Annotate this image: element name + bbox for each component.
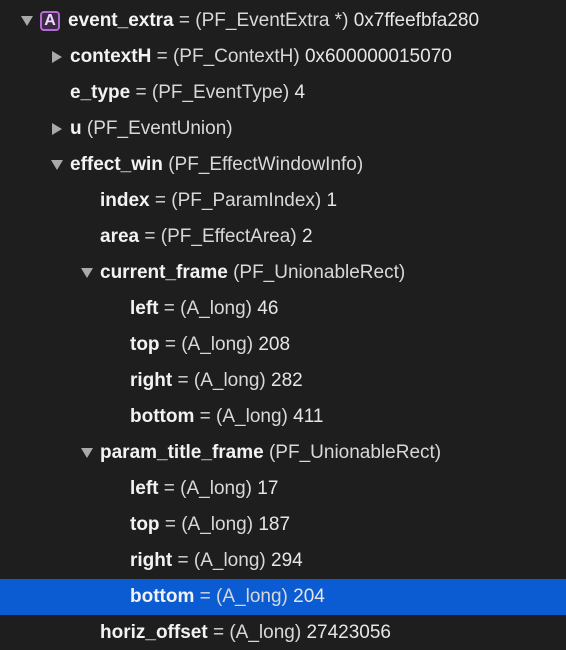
- variable-type: (A_long): [216, 406, 288, 427]
- tree-row-event_extra[interactable]: Aevent_extra = (PF_EventExtra *) 0x7ffee…: [0, 3, 566, 39]
- variable-value: 0x600000015070: [304, 46, 452, 67]
- variable-type: (A_long): [193, 370, 266, 391]
- variable-name: top: [130, 334, 160, 355]
- variable-type: (A_long): [180, 298, 252, 319]
- tree-row-ptf_top[interactable]: top = (A_long) 187: [0, 507, 566, 543]
- equals-sign: =: [177, 370, 189, 391]
- disclosure-collapsed-icon[interactable]: [48, 120, 66, 138]
- variable-value: 411: [293, 406, 324, 427]
- equals-sign: =: [199, 586, 211, 607]
- equals-sign: =: [164, 514, 176, 535]
- variable-value: 17: [257, 478, 279, 499]
- variable-type: (A_long): [216, 586, 288, 607]
- tree-row-e_type[interactable]: e_type = (PF_EventType) 4: [0, 75, 566, 111]
- tree-row-index[interactable]: index = (PF_ParamIndex) 1: [0, 183, 566, 219]
- variable-name: e_type: [70, 82, 131, 103]
- variable-type: (A_long): [181, 514, 254, 535]
- variable-type: (A_long): [193, 550, 266, 571]
- tree-row-current_frame[interactable]: current_frame (PF_UnionableRect): [0, 255, 566, 291]
- equals-sign: =: [212, 622, 225, 643]
- variable-value: 294: [271, 550, 303, 571]
- variable-value: 0x7ffeefbfa280: [353, 10, 480, 31]
- variable-name: current_frame: [100, 262, 228, 283]
- variable-name: horiz_offset: [100, 622, 208, 643]
- variable-type: (PF_UnionableRect): [233, 262, 406, 283]
- variable-value: 2: [301, 226, 313, 247]
- variable-name: left: [130, 478, 159, 499]
- variable-type: (PF_EventType): [151, 82, 290, 103]
- equals-sign: =: [177, 550, 189, 571]
- variable-type: (A_long): [229, 622, 302, 643]
- variable-type: (PF_EventExtra *): [195, 10, 349, 31]
- variable-name: top: [130, 514, 160, 535]
- disclosure-expanded-icon[interactable]: [78, 444, 96, 462]
- variable-name: bottom: [130, 406, 195, 427]
- variable-name: param_title_frame: [100, 442, 264, 463]
- variable-value: 208: [258, 334, 291, 355]
- tree-row-cf_right[interactable]: right = (A_long) 282: [0, 363, 566, 399]
- variable-type: (PF_ContextH): [172, 46, 300, 67]
- variable-type: (PF_EffectArea): [160, 226, 297, 247]
- equals-sign: =: [163, 478, 175, 499]
- disclosure-expanded-icon[interactable]: [78, 264, 96, 282]
- equals-sign: =: [144, 226, 156, 247]
- tree-row-cf_bottom[interactable]: bottom = (A_long) 411: [0, 399, 566, 435]
- equals-sign: =: [163, 298, 175, 319]
- variable-value: 187: [258, 514, 291, 535]
- variable-name: u: [70, 118, 82, 139]
- tree-row-ptf_right[interactable]: right = (A_long) 294: [0, 543, 566, 579]
- variable-value: 27423056: [306, 622, 392, 643]
- equals-sign: =: [199, 406, 211, 427]
- disclosure-expanded-icon[interactable]: [48, 156, 66, 174]
- variable-type: (PF_EffectWindowInfo): [168, 154, 364, 175]
- tree-row-cf_top[interactable]: top = (A_long) 208: [0, 327, 566, 363]
- variable-name: index: [100, 190, 150, 211]
- variable-name: left: [130, 298, 159, 319]
- variable-type: (A_long): [180, 478, 252, 499]
- variable-value: 204: [293, 586, 325, 607]
- disclosure-expanded-icon[interactable]: [18, 12, 36, 30]
- variable-name: contextH: [70, 46, 152, 67]
- variable-value: 46: [257, 298, 279, 319]
- tree-row-contextH[interactable]: contextH = (PF_ContextH) 0x600000015070: [0, 39, 566, 75]
- equals-sign: =: [156, 46, 168, 67]
- equals-sign: =: [178, 10, 191, 31]
- tree-row-cf_left[interactable]: left = (A_long) 46: [0, 291, 566, 327]
- variable-name: right: [130, 370, 173, 391]
- equals-sign: =: [135, 82, 147, 103]
- variable-value: 282: [271, 370, 303, 391]
- tree-row-effect_win[interactable]: effect_win (PF_EffectWindowInfo): [0, 147, 566, 183]
- tree-row-u[interactable]: u (PF_EventUnion): [0, 111, 566, 147]
- variable-name: bottom: [130, 586, 195, 607]
- variables-tree: Aevent_extra = (PF_EventExtra *) 0x7ffee…: [0, 0, 566, 650]
- equals-sign: =: [154, 190, 167, 211]
- tree-row-ptf_bottom[interactable]: bottom = (A_long) 204: [0, 579, 566, 615]
- argument-badge-icon: A: [40, 11, 60, 31]
- tree-row-area[interactable]: area = (PF_EffectArea) 2: [0, 219, 566, 255]
- variable-type: (PF_ParamIndex): [171, 190, 322, 211]
- tree-row-horiz_offset[interactable]: horiz_offset = (A_long) 27423056: [0, 615, 566, 650]
- disclosure-collapsed-icon[interactable]: [48, 48, 66, 66]
- variable-type: (A_long): [181, 334, 254, 355]
- variable-name: area: [100, 226, 140, 247]
- tree-row-ptf_left[interactable]: left = (A_long) 17: [0, 471, 566, 507]
- variable-value: 4: [294, 82, 306, 103]
- variable-type: (PF_EventUnion): [86, 118, 233, 139]
- variable-value: 1: [326, 190, 338, 211]
- tree-row-param_title_frame[interactable]: param_title_frame (PF_UnionableRect): [0, 435, 566, 471]
- variable-name: effect_win: [70, 154, 163, 175]
- equals-sign: =: [164, 334, 176, 355]
- variable-type: (PF_UnionableRect): [268, 442, 442, 463]
- variable-name: right: [130, 550, 173, 571]
- variable-name: event_extra: [68, 10, 174, 31]
